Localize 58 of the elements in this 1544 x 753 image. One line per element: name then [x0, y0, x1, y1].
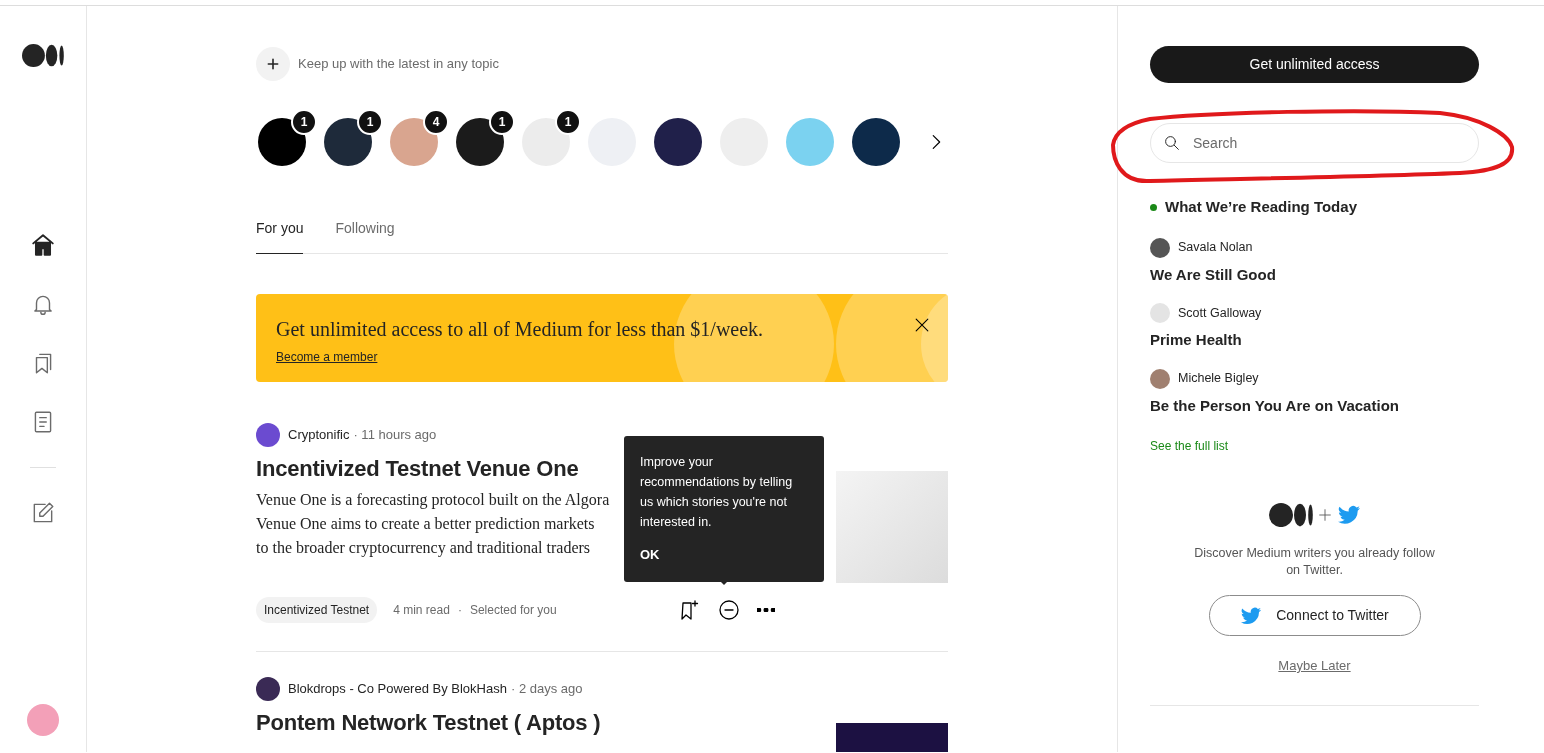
post-time: · 2 days ago — [510, 680, 583, 699]
twitter-description: Discover Medium writers you already follow on Twitter. — [1193, 545, 1436, 580]
story-title[interactable]: Be the Person You Are on Vacation — [1150, 394, 1479, 417]
medium-logo — [22, 44, 64, 68]
live-dot — [1150, 203, 1157, 211]
plus-icon — [265, 56, 281, 72]
connect-twitter-button[interactable]: Connect to Twitter — [1208, 595, 1421, 637]
story-title[interactable]: Incentivized Testnet Venue One — [256, 456, 610, 483]
topic-avatar[interactable] — [654, 118, 702, 166]
author-name[interactable]: Savala Nolan — [1178, 238, 1253, 257]
add-topic-button[interactable] — [256, 47, 290, 81]
see-full-list-link[interactable]: See the full list — [1150, 437, 1229, 455]
medium-logo — [1268, 503, 1313, 528]
author-avatar — [256, 423, 280, 447]
author-avatar — [1150, 303, 1170, 323]
minus-circle-icon — [717, 598, 741, 622]
maybe-later-link[interactable]: Maybe Later — [1278, 656, 1351, 676]
more-icon — [757, 608, 775, 612]
add-topic-label: Keep up with the latest in any topic — [298, 55, 499, 74]
unread-count: 1 — [555, 109, 581, 135]
home-icon — [30, 232, 56, 259]
get-access-button[interactable]: Get unlimited access — [1150, 46, 1479, 83]
topic-avatar[interactable] — [324, 118, 372, 166]
section-heading: What We’re Reading Today — [1165, 197, 1357, 217]
banner-text: Get unlimited access to all of Medium for less than $1/week. — [276, 317, 765, 342]
separator-dot: · — [457, 602, 462, 619]
become-member-link[interactable]: Become a member — [276, 350, 378, 364]
story-title[interactable]: Prime Health — [1150, 329, 1479, 352]
feed-tab[interactable]: For you — [256, 218, 304, 254]
unread-count: 1 — [357, 109, 383, 135]
unread-count: 1 — [489, 109, 515, 135]
story-excerpt: Venue One is a forecasting protocol built on the Algora Venue One aims to create a better prediction markets to the broader cryptocurrency and traditional traders — [256, 490, 610, 559]
tooltip-text: Improve your recommendations by telling us which stories you're not interested in. — [640, 454, 794, 531]
unread-count: 1 — [291, 109, 317, 135]
topic-avatar[interactable] — [456, 118, 504, 166]
topic-avatar[interactable] — [522, 118, 570, 166]
author-name[interactable]: Scott Galloway — [1178, 303, 1262, 323]
author-name[interactable]: Michele Bigley — [1178, 369, 1259, 388]
author-name[interactable]: Cryptonific — [288, 425, 350, 445]
read-time: 4 min read — [393, 602, 450, 619]
ok-button[interactable]: OK — [640, 545, 660, 565]
unread-count: 4 — [423, 109, 449, 135]
author-avatar — [1150, 368, 1170, 389]
feed-tab[interactable]: Following — [335, 218, 395, 254]
post-time: · 11 hours ago — [353, 426, 437, 445]
recommendation-reason: Selected for you — [469, 602, 557, 619]
author-avatar — [1150, 237, 1170, 258]
author-name[interactable]: Blokdrops - Co Powered By BlokHash — [288, 679, 507, 699]
topic-avatar[interactable] — [852, 118, 900, 166]
author-avatar — [256, 677, 280, 701]
plus-icon — [1316, 507, 1333, 524]
search-icon — [1163, 134, 1181, 152]
topic-avatar[interactable] — [390, 118, 438, 166]
topic-tag[interactable]: Incentivized Testnet — [256, 597, 378, 623]
story-title[interactable]: We Are Still Good — [1150, 263, 1479, 286]
show-less-button[interactable] — [717, 598, 741, 622]
topic-avatar[interactable] — [258, 118, 306, 166]
story-title[interactable]: Pontem Network Testnet ( Aptos ) — [256, 710, 601, 737]
